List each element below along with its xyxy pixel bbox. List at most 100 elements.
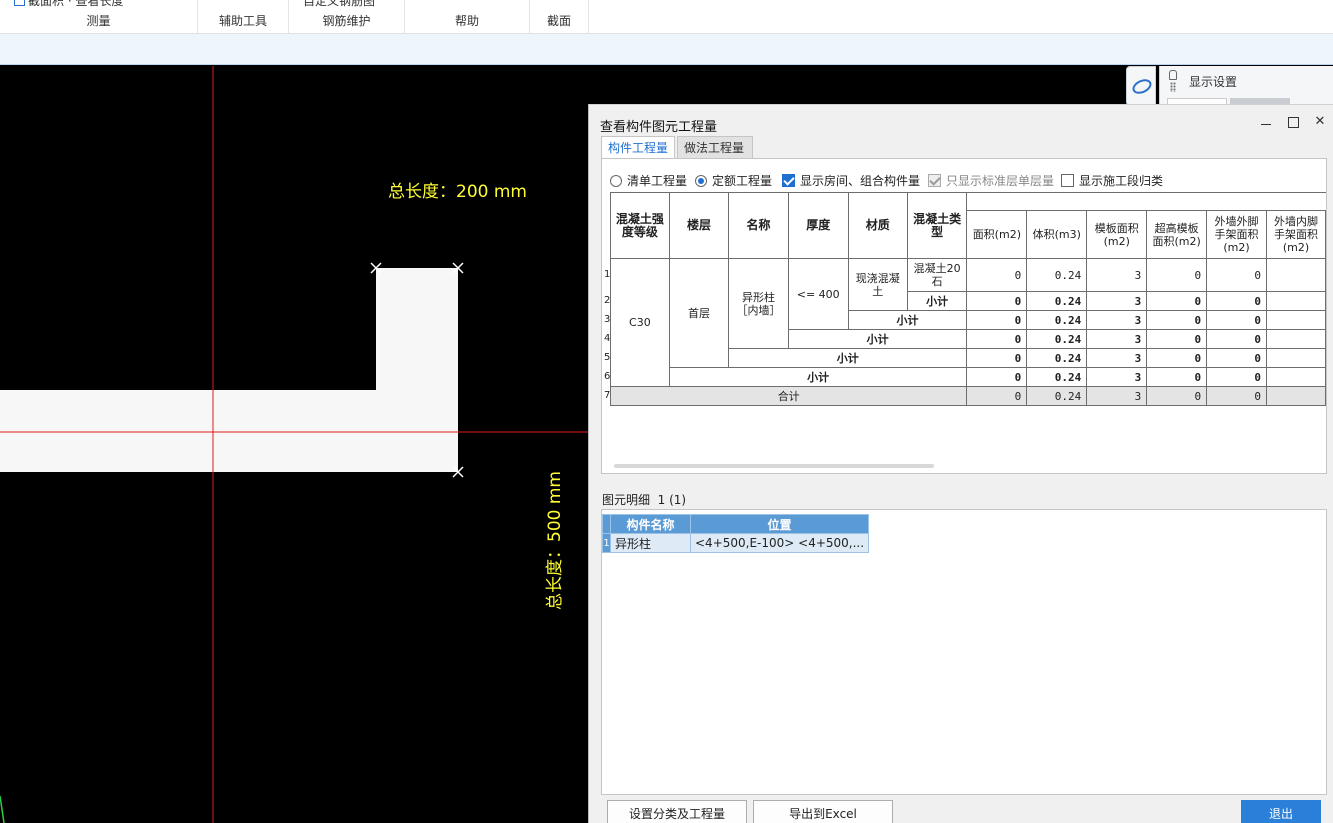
checkbox-disabled	[928, 174, 941, 187]
exit-button[interactable]: 退出	[1241, 800, 1321, 823]
lock-icon[interactable]	[1169, 70, 1177, 80]
cell-ext-scaffold: 0	[1206, 258, 1267, 292]
cell-area: 0	[966, 329, 1028, 349]
cell-volume: 0.24	[1026, 367, 1088, 387]
radio-off	[610, 174, 622, 187]
cell-volume: 0.24	[1026, 329, 1088, 349]
cell-ext-scaffold: 0	[1206, 329, 1267, 349]
cell-formwork: 3	[1086, 291, 1148, 311]
cell-int-scaffold	[1265, 367, 1326, 387]
checkbox-show-stage[interactable]: 显示施工段归类	[1061, 172, 1163, 189]
quantity-dialog: 查看构件图元工程量 ✕ 构件工程量 做法工程量 清单工程量 定额工程量 显示房间…	[588, 104, 1333, 823]
row-number: 5	[604, 352, 611, 363]
maximize-button[interactable]	[1286, 115, 1300, 129]
cell-name: 异形柱［内墙］	[728, 258, 789, 349]
cell-floor: 首层	[668, 258, 730, 368]
col-header-grade[interactable]: 混凝土强度等级	[610, 192, 670, 259]
col-header-high-formwork[interactable]: 超高模板面积(m2)	[1146, 210, 1208, 259]
details-cell-position: <4+500,E-100> <4+500,...	[689, 533, 870, 553]
col-header-volume[interactable]: 体积(m3)	[1026, 210, 1088, 259]
drawing-canvas[interactable]: 总长度：200 mm 总长度：500 mm	[0, 66, 588, 823]
table-row[interactable]: C30 首层 异形柱［内墙］ <= 400 现浇混凝土 混凝土20石 0 0.2…	[610, 258, 1326, 387]
ribbon-measure-tools[interactable]: 截面积 · 查看长度	[14, 0, 123, 9]
ribbon-group-measure: 截面积 · 查看长度 测量	[0, 0, 198, 34]
cell-formwork: 3	[1086, 329, 1148, 349]
measure-icon	[14, 0, 25, 6]
col-header-formwork[interactable]: 模板面积(m2)	[1086, 210, 1148, 259]
export-excel-button[interactable]: 导出到Excel	[753, 800, 893, 823]
col-header-material[interactable]: 材质	[847, 192, 908, 259]
column-shape[interactable]	[0, 268, 458, 472]
col-header-thickness[interactable]: 厚度	[787, 192, 849, 259]
cell-volume: 0.24	[1026, 310, 1088, 330]
cell-total: 合计	[609, 386, 968, 406]
ribbon-group-label: 辅助工具	[218, 14, 267, 28]
minimize-button[interactable]	[1259, 115, 1273, 129]
radio-list-quantity[interactable]: 清单工程量	[610, 172, 687, 189]
document-tab-bar	[0, 34, 1333, 65]
details-table: 构件名称 位置 1 异形柱 <4+500,E-100> <4+500,...	[602, 514, 870, 553]
cell-area: 0	[966, 367, 1028, 387]
cell-material: 现浇混凝土	[847, 258, 908, 311]
cell-formwork: 3	[1086, 367, 1148, 387]
details-row[interactable]: 1 异形柱 <4+500,E-100> <4+500,...	[602, 533, 870, 553]
close-button[interactable]: ✕	[1313, 115, 1327, 129]
ribbon-group-label: 截面	[546, 14, 571, 28]
col-header-ext-scaffold[interactable]: 外墙外脚手架面积(m2)	[1206, 210, 1267, 259]
row-number: 1	[604, 269, 611, 280]
cell-int-scaffold	[1265, 386, 1326, 406]
cell-subtotal: 小计	[668, 367, 968, 387]
row-number: 4	[604, 333, 611, 344]
details-corner	[602, 514, 611, 534]
orbit-icon	[1130, 76, 1154, 97]
display-settings-title: 显示设置	[1189, 75, 1238, 89]
tab-method-quantity[interactable]: 做法工程量	[677, 136, 753, 158]
drag-handle-icon[interactable]	[1170, 82, 1176, 92]
cell-high-formwork: 0	[1146, 329, 1208, 349]
details-title: 图元明细 1 (1)	[602, 493, 687, 507]
cell-area: 0	[966, 291, 1028, 311]
cell-volume: 0.24	[1026, 348, 1088, 368]
cell-volume: 0.24	[1026, 386, 1088, 406]
col-header-name[interactable]: 名称	[728, 192, 789, 259]
col-header-concrete-type[interactable]: 混凝土类型	[906, 192, 968, 259]
cell-area: 0	[966, 310, 1028, 330]
ribbon-group-label: 钢筋维护	[322, 14, 371, 28]
cell-subtotal: 小计	[787, 329, 968, 349]
ribbon-group-aux-tools: 辅助工具	[198, 0, 289, 34]
cell-formwork: 3	[1086, 386, 1148, 406]
checkbox-checked	[782, 174, 795, 187]
cell-int-scaffold	[1265, 329, 1326, 349]
col-header-position[interactable]: 位置	[689, 514, 870, 534]
col-header-floor[interactable]: 楼层	[668, 192, 730, 259]
cell-int-scaffold	[1265, 348, 1326, 368]
quantity-table: 混凝土强度等级 楼层 名称 厚度 材质 混凝土类型 面积(m2) 体积(m3) …	[609, 192, 1326, 406]
cell-formwork: 3	[1086, 348, 1148, 368]
col-header-int-scaffold[interactable]: 外墙内脚手架面积(m2)	[1265, 210, 1326, 259]
col-header-component-name[interactable]: 构件名称	[610, 514, 691, 534]
setup-classification-button[interactable]: 设置分类及工程量	[607, 800, 747, 823]
cell-ext-scaffold: 0	[1206, 310, 1267, 330]
table-row[interactable]: 小计 0 0.24 3 0 0	[611, 367, 1326, 387]
radio-quota-quantity[interactable]: 定额工程量	[695, 172, 772, 189]
cell-high-formwork: 0	[1146, 348, 1208, 368]
dialog-title: 查看构件图元工程量	[600, 120, 718, 135]
checkbox-show-room[interactable]: 显示房间、组合构件量	[782, 172, 920, 189]
col-header-area[interactable]: 面积(m2)	[966, 210, 1028, 259]
orbit-view-button[interactable]	[1126, 66, 1156, 106]
radio-on	[695, 174, 707, 187]
horizontal-scrollbar[interactable]	[614, 464, 934, 468]
cell-int-scaffold	[1265, 258, 1326, 292]
details-count: 1 (1)	[657, 493, 687, 507]
table-row-total[interactable]: 合计 0 0.24 3 0 0	[609, 386, 1326, 406]
cell-thickness: <= 400	[787, 258, 849, 330]
header-group-blank	[966, 192, 1326, 211]
display-settings-panel: 显示设置	[1159, 66, 1333, 106]
tab-component-quantity[interactable]: 构件工程量	[601, 136, 675, 158]
cell-area: 0	[966, 348, 1028, 368]
ribbon-group-help: 帮助	[405, 0, 530, 34]
cell-ext-scaffold: 0	[1206, 348, 1267, 368]
cell-high-formwork: 0	[1146, 367, 1208, 387]
ribbon-rebar-tools[interactable]: 自定义钢筋图	[303, 0, 375, 9]
cell-ext-scaffold: 0	[1206, 386, 1267, 406]
